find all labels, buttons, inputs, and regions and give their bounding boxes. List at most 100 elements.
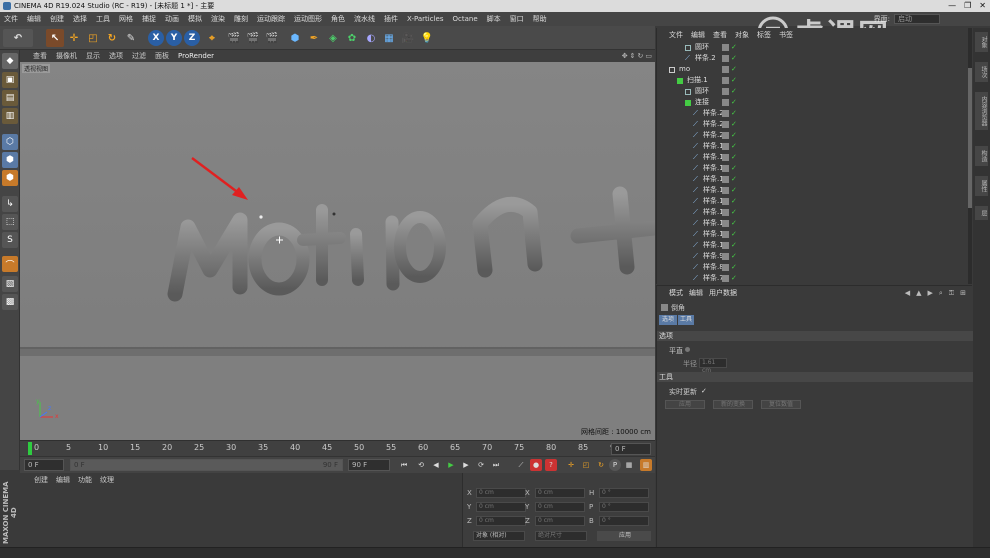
forward-arrow-icon[interactable]: ▶ <box>927 289 932 298</box>
enable-check-icon[interactable]: ✓ <box>731 262 737 273</box>
autokey-icon[interactable]: ? <box>545 459 557 471</box>
key-param-icon[interactable]: P <box>609 459 621 471</box>
visibility-tag[interactable] <box>722 176 729 183</box>
points-mode-icon[interactable]: ⬡ <box>2 134 18 150</box>
object-menu-1[interactable]: 编辑 <box>691 30 705 40</box>
object-row[interactable]: ⟋ 样条.17 ✓ <box>657 163 967 174</box>
right-tab-3[interactable]: 构造 <box>975 146 988 166</box>
enable-check-icon[interactable]: ✓ <box>731 207 737 218</box>
grid-icon[interactable]: ▩ <box>2 294 18 310</box>
viewport-menu-0[interactable]: 查看 <box>33 51 47 61</box>
visibility-tag[interactable] <box>722 220 729 227</box>
make-editable-icon[interactable]: ◆ <box>2 53 18 69</box>
object-row[interactable]: ⟋ 样条.19 ✓ <box>657 141 967 152</box>
visibility-tag[interactable] <box>722 55 729 62</box>
maximize-view-icon[interactable]: ▭ <box>645 50 652 62</box>
move-icon[interactable]: ✛ <box>65 29 83 47</box>
object-scrollbar[interactable] <box>968 28 972 284</box>
key-scale-icon[interactable]: ◰ <box>580 459 592 471</box>
rotate-icon[interactable]: ↻ <box>103 29 121 47</box>
playhead[interactable] <box>28 442 32 455</box>
camera-icon[interactable]: 🎥 <box>399 29 417 47</box>
material-menu-2[interactable]: 功能 <box>78 475 92 485</box>
back-arrow-icon[interactable]: ◀ <box>905 289 910 298</box>
menu-item-17[interactable]: Octane <box>452 15 477 23</box>
plane-animate-dot[interactable] <box>685 347 690 352</box>
viewport-menu-2[interactable]: 显示 <box>86 51 100 61</box>
visibility-tag[interactable] <box>722 88 729 95</box>
enable-check-icon[interactable]: ✓ <box>731 196 737 207</box>
minimize-button[interactable]: — <box>948 0 956 12</box>
object-row[interactable]: ⟋ 样条.9 ✓ <box>657 251 967 262</box>
deformer-icon[interactable]: ◐ <box>362 29 380 47</box>
coord-field-Z-0[interactable]: 0 cm <box>476 516 526 526</box>
object-row[interactable]: ⟋ 样条.18 ✓ <box>657 152 967 163</box>
scrollbar-thumb[interactable] <box>968 68 972 208</box>
coord-field-H-2[interactable]: 0 ° <box>599 488 649 498</box>
object-row[interactable]: ⟋ 样条.14 ✓ <box>657 196 967 207</box>
apply-button[interactable]: 应用 <box>665 400 705 409</box>
menu-item-10[interactable]: 雕刻 <box>234 14 248 24</box>
right-tab-4[interactable]: 属性 <box>975 176 988 196</box>
recent-tools-icon[interactable]: ✎ <box>122 29 140 47</box>
polygons-mode-icon[interactable]: ⬢ <box>2 170 18 186</box>
menu-item-5[interactable]: 网格 <box>119 14 133 24</box>
attribute-menu-0[interactable]: 模式 <box>669 288 683 298</box>
object-row[interactable]: ⟋ 样条.15 ✓ <box>657 185 967 196</box>
range-slider[interactable]: 0 F 90 F <box>70 459 343 471</box>
edges-mode-icon[interactable]: ⬢ <box>2 152 18 168</box>
object-row[interactable]: ⟋ 样条.11 ✓ <box>657 229 967 240</box>
visibility-tag[interactable] <box>722 209 729 216</box>
coord-apply-button[interactable]: 应用 <box>597 531 651 541</box>
viewport-menu-5[interactable]: 面板 <box>155 51 169 61</box>
material-menu-0[interactable]: 创建 <box>34 475 48 485</box>
realtime-checkbox[interactable]: ✓ <box>701 387 707 395</box>
undo-icon[interactable]: ↶ <box>3 29 33 47</box>
enable-check-icon[interactable]: ✓ <box>731 152 737 163</box>
object-row[interactable]: ⟋ 样条.13 ✓ <box>657 207 967 218</box>
reset-values-button[interactable]: 复位数值 <box>761 400 801 409</box>
texture-mode-icon[interactable]: ▤ <box>2 90 18 106</box>
key-rotation-icon[interactable]: ↻ <box>595 459 607 471</box>
coord-mode-dropdown[interactable]: 对象 (相对) <box>473 531 525 541</box>
tab-tool[interactable]: 工具 <box>678 315 694 325</box>
workplane-icon[interactable]: ▥ <box>2 108 18 124</box>
key-position-icon[interactable]: ✛ <box>565 459 577 471</box>
visibility-tag[interactable] <box>722 99 729 106</box>
cube-icon[interactable]: ⬢ <box>286 29 304 47</box>
visibility-tag[interactable] <box>722 110 729 117</box>
search-icon[interactable]: ⌕ <box>939 289 943 298</box>
menu-item-4[interactable]: 工具 <box>96 14 110 24</box>
object-menu-5[interactable]: 书签 <box>779 30 793 40</box>
menu-item-18[interactable]: 脚本 <box>487 14 501 24</box>
close-button[interactable]: ✕ <box>979 0 986 12</box>
object-row[interactable]: 连接 ✓ <box>657 97 967 108</box>
floor-icon[interactable]: ▦ <box>380 29 398 47</box>
menu-item-20[interactable]: 帮助 <box>533 14 547 24</box>
go-to-end-icon[interactable]: ⏭ <box>490 459 502 471</box>
up-arrow-icon[interactable]: ▲ <box>916 289 921 298</box>
menu-item-15[interactable]: 插件 <box>384 14 398 24</box>
enable-check-icon[interactable]: ✓ <box>731 141 737 152</box>
visibility-tag[interactable] <box>722 77 729 84</box>
visibility-tag[interactable] <box>722 44 729 51</box>
coord-field-B-2[interactable]: 0 ° <box>599 516 649 526</box>
coord-field-P-2[interactable]: 0 ° <box>599 502 649 512</box>
radius-field[interactable]: 1.61 cm <box>699 358 727 374</box>
axis-mode-icon[interactable]: ↳ <box>2 196 18 212</box>
coord-field-Y-0[interactable]: 0 cm <box>476 502 526 512</box>
object-row[interactable]: ⟋ 样条.12 ✓ <box>657 218 967 229</box>
render-picture-viewer-icon[interactable]: 🎬 <box>244 29 262 47</box>
menu-item-14[interactable]: 流水线 <box>354 14 375 24</box>
menu-item-16[interactable]: X-Particles <box>407 15 443 23</box>
new-transform-button[interactable]: 新的变换 <box>713 400 753 409</box>
enable-check-icon[interactable]: ✓ <box>731 53 737 64</box>
right-tab-5[interactable]: 层 <box>975 206 988 220</box>
material-menu-3[interactable]: 纹理 <box>100 475 114 485</box>
object-row[interactable]: ⟋ 样条.22 ✓ <box>657 108 967 119</box>
enable-check-icon[interactable]: ✓ <box>731 130 737 141</box>
visibility-tag[interactable] <box>722 154 729 161</box>
go-to-start-icon[interactable]: ⏮ <box>398 459 410 471</box>
enable-check-icon[interactable]: ✓ <box>731 273 737 284</box>
enable-check-icon[interactable]: ✓ <box>731 97 737 108</box>
